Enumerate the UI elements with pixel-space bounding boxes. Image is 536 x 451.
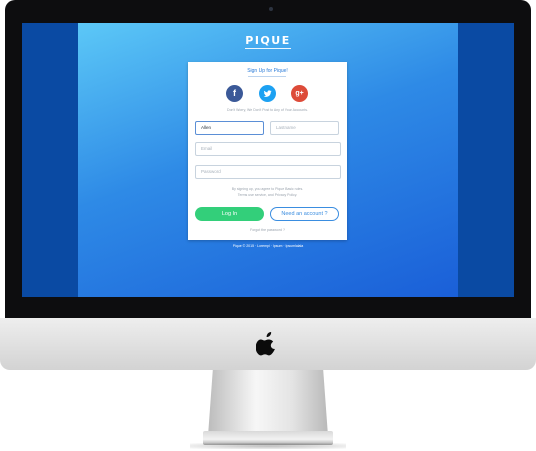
first-name-input[interactable]: Allen: [195, 121, 264, 135]
need-account-button[interactable]: Need an account ?: [270, 207, 339, 221]
camera-dot: [269, 7, 273, 11]
password-input[interactable]: Password: [195, 165, 341, 179]
apple-logo-icon: [256, 332, 275, 356]
signup-link-underline: [248, 76, 286, 77]
login-button[interactable]: Log In: [195, 207, 264, 221]
google-plus-icon[interactable]: g+: [291, 85, 308, 102]
stand-shadow: [190, 443, 346, 449]
email-input[interactable]: Email: [195, 142, 341, 156]
twitter-icon[interactable]: [259, 85, 276, 102]
terms-line-2[interactable]: Terms use service, and Privacy Policy.: [200, 192, 335, 198]
page-footer: Pique © 2015 · Lorempi · Ipsum · Ipsumla…: [232, 244, 304, 248]
last-name-input[interactable]: Lastname: [270, 121, 339, 135]
facebook-icon[interactable]: f: [226, 85, 243, 102]
page-viewport: PIQUE Sign Up for Pique! f g+ Don't Worr…: [78, 23, 458, 297]
terms-text: By signing up, you agree to Pique Basic …: [200, 186, 335, 198]
privacy-note: Don't Worry, We Don't Post to Any of You…: [227, 108, 308, 112]
forgot-password-link[interactable]: Forgot the password ?: [188, 228, 347, 232]
brand-logo: PIQUE: [245, 34, 291, 49]
signup-link[interactable]: Sign Up for Pique!: [188, 68, 347, 74]
monitor-screen: PIQUE Sign Up for Pique! f g+ Don't Worr…: [22, 23, 514, 297]
monitor-stand: [208, 370, 328, 436]
signup-card: Sign Up for Pique! f g+ Don't Worry, We …: [188, 62, 347, 240]
